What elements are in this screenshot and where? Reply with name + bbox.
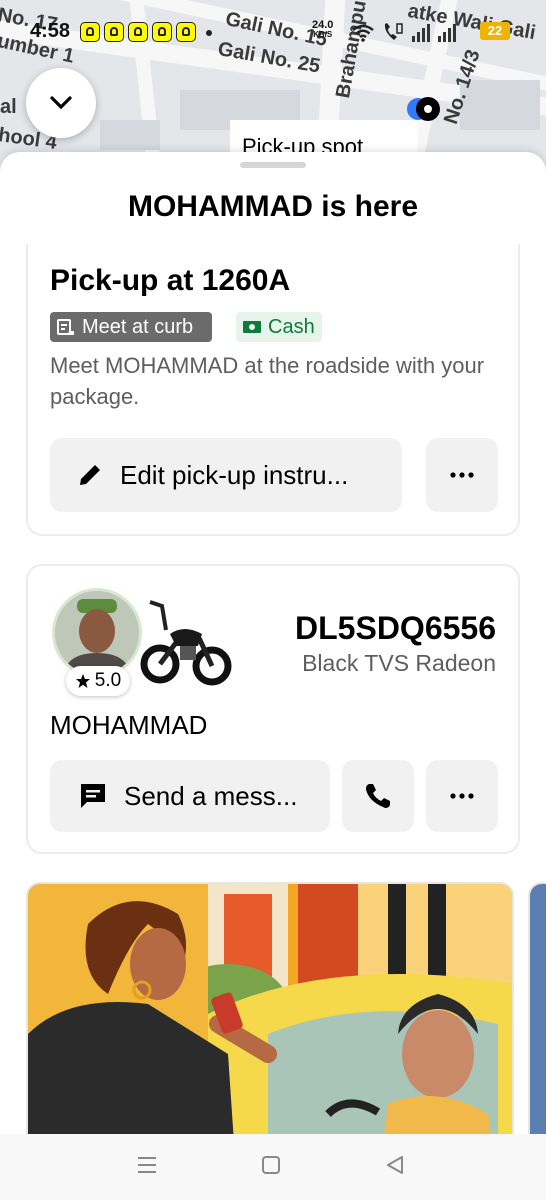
- rating-value: 5.0: [94, 670, 122, 691]
- home-icon[interactable]: [260, 1154, 282, 1176]
- send-message-label: Send a mess...: [124, 780, 298, 811]
- license-plate: DL5SDQ6556: [295, 610, 496, 646]
- send-message-button[interactable]: Send a mess...: [50, 760, 330, 832]
- meet-at-curb-label: Meet at curb: [82, 316, 194, 338]
- collapse-button[interactable]: [26, 68, 96, 138]
- phone-icon: [366, 784, 390, 808]
- chevron-down-icon: [50, 96, 72, 110]
- pickup-card: Pick-up at 1260A Meet at curb Cash Meet …: [26, 244, 520, 536]
- driver-photo-icon: [55, 591, 139, 675]
- more-icon: [450, 793, 474, 799]
- snapchat-icon: [128, 22, 148, 42]
- more-driver-options-button[interactable]: [426, 760, 498, 832]
- pencil-icon: [80, 465, 100, 485]
- snapchat-icon: [80, 22, 100, 42]
- meet-at-curb-badge: Meet at curb: [50, 312, 212, 342]
- curb-icon: [57, 319, 74, 335]
- edit-pickup-label: Edit pick-up instru...: [120, 459, 349, 490]
- map-label: al: [0, 96, 17, 118]
- snapchat-icon: [152, 22, 172, 42]
- cash-label: Cash: [268, 316, 315, 338]
- more-notifications-dot: [206, 30, 212, 36]
- drag-handle[interactable]: [240, 162, 306, 168]
- status-bar: 4:58 24.0 KB/S 22: [0, 18, 546, 48]
- pickup-title: Pick-up at 1260A: [50, 264, 291, 297]
- call-icon: [384, 23, 403, 40]
- cash-icon: [243, 321, 261, 333]
- cash-badge: Cash: [236, 312, 322, 342]
- driver-avatar[interactable]: [52, 588, 142, 678]
- driver-card: 5.0 DL5SDQ6556 Black TVS Radeon MOHAMMAD…: [26, 564, 520, 854]
- pickup-description: Meet MOHAMMAD at the roadside with your …: [50, 353, 485, 409]
- edit-pickup-instructions-button[interactable]: Edit pick-up instru...: [50, 438, 402, 512]
- driver-name: MOHAMMAD: [50, 710, 208, 740]
- vehicle-model: Black TVS Radeon: [302, 650, 496, 676]
- signal-icon: [438, 24, 456, 42]
- network-speed: 24.0 KB/S: [312, 20, 333, 40]
- sheet-title: MOHAMMAD is here: [127, 190, 419, 223]
- snapchat-icon: [104, 22, 124, 42]
- more-icon: [450, 472, 474, 478]
- star-icon: [75, 674, 90, 688]
- network-speed-value: 24.0: [312, 19, 334, 31]
- bottom-sheet: MOHAMMAD is here Pick-up at 1260A Meet a…: [0, 152, 546, 1200]
- status-time: 4:58: [30, 20, 71, 42]
- driver-rating: 5.0: [66, 666, 130, 696]
- recent-apps-icon[interactable]: [136, 1154, 158, 1176]
- system-icons: [352, 22, 456, 42]
- battery-indicator: 22: [480, 22, 510, 40]
- more-options-button[interactable]: [426, 438, 498, 512]
- notification-icons: [80, 22, 196, 42]
- system-nav-bar: [0, 1134, 546, 1200]
- network-speed-unit: KB/S: [313, 30, 333, 39]
- message-icon: [81, 784, 105, 808]
- back-icon[interactable]: [384, 1154, 406, 1176]
- wifi-icon: [352, 24, 374, 42]
- motorbike-image: [140, 600, 232, 686]
- call-driver-button[interactable]: [342, 760, 414, 832]
- snapchat-icon: [176, 22, 196, 42]
- signal-icon: [412, 24, 430, 42]
